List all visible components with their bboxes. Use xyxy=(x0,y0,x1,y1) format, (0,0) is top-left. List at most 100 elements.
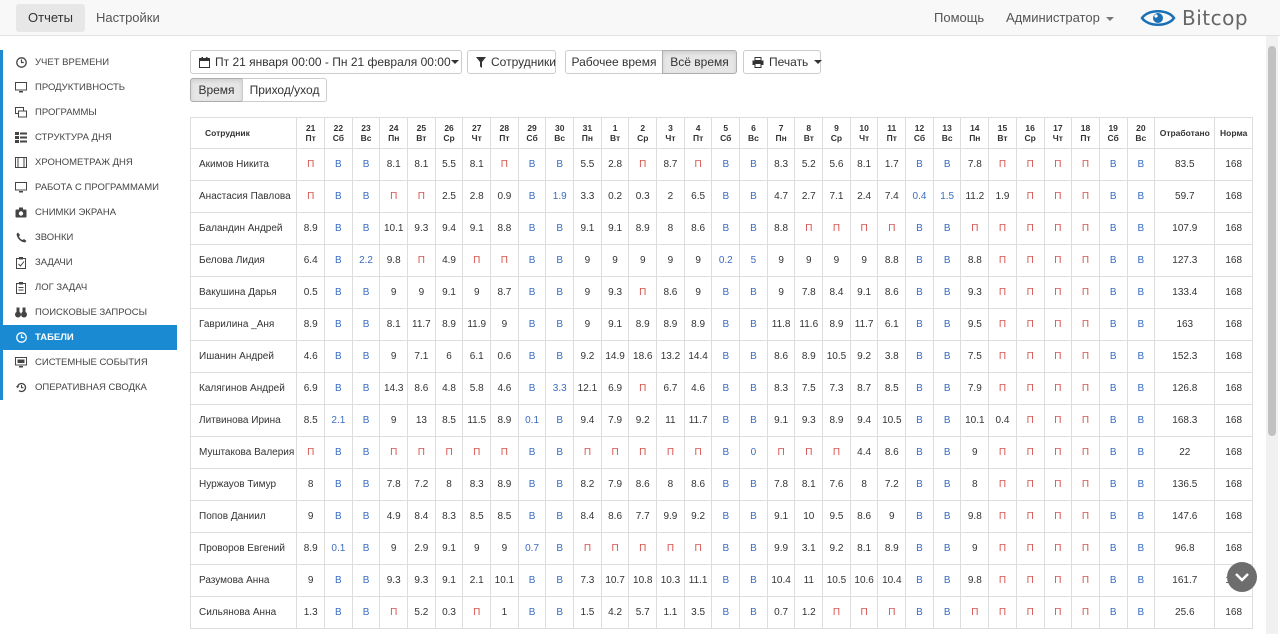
day-cell[interactable]: В xyxy=(324,180,353,213)
day-cell[interactable]: В xyxy=(1126,276,1156,309)
day-cell[interactable]: В xyxy=(324,500,353,533)
day-cell[interactable]: П xyxy=(1071,148,1100,181)
day-cell[interactable]: 8.5 xyxy=(296,404,326,437)
day-cell[interactable]: В xyxy=(1098,276,1128,309)
sidebar-item-10[interactable]: Лог задач xyxy=(0,275,177,300)
day-cell[interactable]: В xyxy=(739,180,768,213)
day-cell[interactable]: 9.4 xyxy=(849,404,879,437)
day-cell[interactable]: П xyxy=(407,244,436,277)
day-cell[interactable]: В xyxy=(324,148,353,181)
day-cell[interactable]: П xyxy=(628,436,658,469)
day-cell[interactable]: 0.2 xyxy=(711,244,741,277)
day-cell[interactable]: П xyxy=(988,564,1017,597)
employee-name[interactable]: Ишанин Андрей xyxy=(190,340,298,373)
day-cell[interactable]: 10.5 xyxy=(822,564,851,597)
day-cell[interactable]: 8.6 xyxy=(877,436,907,469)
day-cell[interactable]: В xyxy=(1126,212,1156,245)
day-cell[interactable]: 12.1 xyxy=(573,372,602,405)
view-arrival-toggle[interactable]: Приход/уход xyxy=(242,78,327,102)
day-cell[interactable]: В xyxy=(739,148,768,181)
day-cell[interactable]: В xyxy=(1098,180,1128,213)
day-cell[interactable]: В xyxy=(517,276,547,309)
day-cell[interactable]: 9.3 xyxy=(407,564,436,597)
sidebar-item-2[interactable]: Продуктивность xyxy=(0,75,177,100)
day-cell[interactable]: 9.2 xyxy=(628,404,658,437)
day-cell[interactable]: 13.2 xyxy=(656,340,685,373)
day-cell[interactable]: П xyxy=(1071,180,1100,213)
day-cell[interactable]: П xyxy=(573,532,602,565)
day-cell[interactable]: В xyxy=(351,436,381,469)
day-cell[interactable]: 0.9 xyxy=(490,180,519,213)
day-cell[interactable]: 9.3 xyxy=(794,404,824,437)
day-cell[interactable]: 3.1 xyxy=(794,532,824,565)
day-cell[interactable]: В xyxy=(711,308,741,341)
day-cell[interactable]: 1.2 xyxy=(794,596,824,629)
day-cell[interactable]: В xyxy=(739,276,768,309)
day-cell[interactable]: П xyxy=(656,532,685,565)
sidebar-item-13[interactable]: Системные события xyxy=(0,350,177,375)
day-cell[interactable]: П xyxy=(794,212,824,245)
day-cell[interactable]: П xyxy=(1043,276,1073,309)
employee-name[interactable]: Нуржауов Тимур xyxy=(190,468,298,501)
day-cell[interactable]: В xyxy=(711,468,741,501)
day-cell[interactable]: П xyxy=(407,180,436,213)
day-cell[interactable]: П xyxy=(1071,244,1100,277)
day-cell[interactable]: В xyxy=(932,148,962,181)
day-cell[interactable]: В xyxy=(711,212,741,245)
day-cell[interactable]: П xyxy=(1071,308,1100,341)
day-cell[interactable]: П xyxy=(988,372,1017,405)
day-cell[interactable]: 6.1 xyxy=(462,340,492,373)
employee-column-header[interactable]: Сотрудник xyxy=(190,117,298,149)
day-cell[interactable]: 10.1 xyxy=(490,564,519,597)
day-cell[interactable]: В xyxy=(711,180,741,213)
sidebar-item-9[interactable]: Задачи xyxy=(0,250,177,275)
day-cell[interactable]: 0.1 xyxy=(324,532,353,565)
day-cell[interactable]: П xyxy=(379,596,409,629)
employee-name[interactable]: Калягинов Андрей xyxy=(190,372,298,405)
day-cell[interactable]: 3.5 xyxy=(683,596,713,629)
day-cell[interactable]: 1.3 xyxy=(296,596,326,629)
admin-menu[interactable]: Администратор xyxy=(1006,0,1114,36)
day-cell[interactable]: 9 xyxy=(462,532,492,565)
day-cell[interactable]: В xyxy=(324,436,353,469)
day-cell[interactable]: В xyxy=(351,500,381,533)
employee-name[interactable]: Проворов Евгений xyxy=(190,532,298,565)
day-cell[interactable]: В xyxy=(1098,244,1128,277)
day-cell[interactable]: 1.5 xyxy=(573,596,602,629)
sidebar-item-8[interactable]: Звонки xyxy=(0,225,177,250)
day-cell[interactable]: 7.1 xyxy=(407,340,436,373)
day-cell[interactable]: 8.2 xyxy=(573,468,602,501)
day-cell[interactable]: 9.2 xyxy=(683,500,713,533)
day-cell[interactable]: 5 xyxy=(739,244,768,277)
day-cell[interactable]: П xyxy=(1071,500,1100,533)
day-cell[interactable]: 9 xyxy=(960,436,990,469)
day-cell[interactable]: В xyxy=(739,468,768,501)
employee-name[interactable]: Разумова Анна xyxy=(190,564,298,597)
scroll-down-button[interactable] xyxy=(1227,562,1257,592)
day-cell[interactable]: В xyxy=(1126,180,1156,213)
sidebar-item-3[interactable]: Программы xyxy=(0,100,177,125)
day-cell[interactable]: 8.8 xyxy=(877,244,907,277)
day-cell[interactable]: В xyxy=(932,404,962,437)
day-cell[interactable]: В xyxy=(1098,500,1128,533)
day-cell[interactable]: В xyxy=(1098,308,1128,341)
day-cell[interactable]: П xyxy=(490,148,519,181)
day-cell[interactable]: П xyxy=(1015,148,1045,181)
day-cell[interactable]: П xyxy=(379,436,409,469)
day-cell[interactable]: П xyxy=(628,372,658,405)
day-cell[interactable]: 6.9 xyxy=(296,372,326,405)
day-cell[interactable]: 8.4 xyxy=(822,276,851,309)
day-cell[interactable]: 7.2 xyxy=(877,468,907,501)
day-cell[interactable]: П xyxy=(1015,180,1045,213)
day-cell[interactable]: П xyxy=(1043,212,1073,245)
employee-name[interactable]: Вакушина Дарья xyxy=(190,276,298,309)
day-cell[interactable]: 8.6 xyxy=(766,340,796,373)
day-cell[interactable]: П xyxy=(1043,244,1073,277)
sidebar-item-5[interactable]: Хронометраж дня xyxy=(0,150,177,175)
day-cell[interactable]: В xyxy=(517,212,547,245)
day-cell[interactable]: П xyxy=(1015,500,1045,533)
day-cell[interactable]: В xyxy=(711,436,741,469)
day-cell[interactable]: В xyxy=(711,276,741,309)
day-cell[interactable]: В xyxy=(1098,532,1128,565)
day-cell[interactable]: 8.9 xyxy=(628,212,658,245)
